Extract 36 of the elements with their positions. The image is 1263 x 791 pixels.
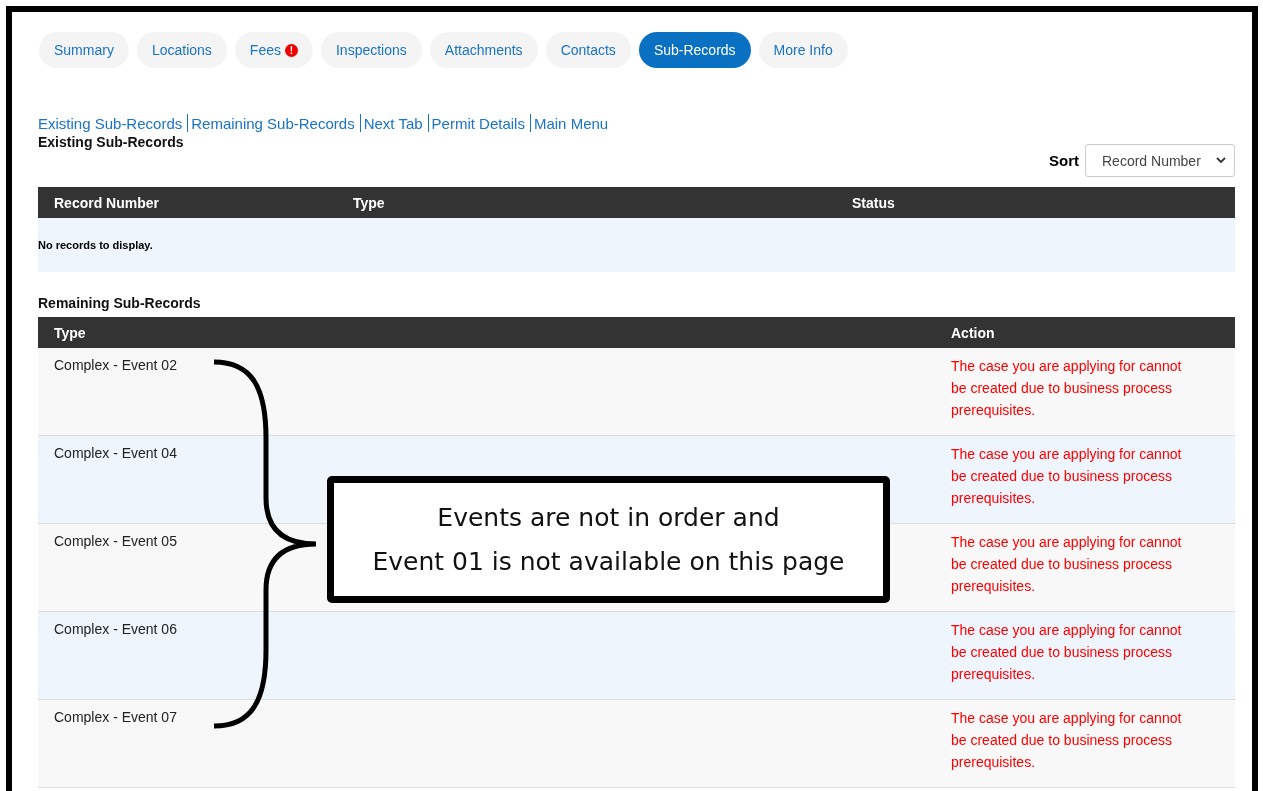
- tab[interactable]: Inspections: [320, 32, 422, 68]
- action-message: The case you are applying for cannot be created due to business process prerequisites.: [951, 357, 1183, 420]
- section-heading: Existing Sub-Records: [38, 134, 184, 150]
- action-message: The case you are applying for cannot be created due to business process prerequisites.: [951, 709, 1183, 772]
- action-message: The case you are applying for cannot be created due to business process prerequisites.: [951, 621, 1183, 684]
- tab[interactable]: Attachments: [429, 32, 538, 68]
- annotation-text: Events are not in order and Event 01 is not available on this page: [372, 501, 845, 578]
- column-header: Type: [54, 324, 87, 341]
- type-cell: Complex - Event 02: [54, 357, 177, 373]
- sort-label: Sort: [1049, 152, 1079, 169]
- type-cell: Complex - Event 06: [54, 621, 177, 637]
- type-cell: Complex - Event 07: [54, 709, 177, 725]
- type-cell: Complex - Event 04: [54, 445, 177, 461]
- section-link[interactable]: Main Menu: [533, 114, 609, 132]
- section-link[interactable]: Existing Sub-Records: [38, 114, 183, 132]
- column-header: Action: [951, 324, 996, 341]
- section-heading: Remaining Sub-Records: [38, 295, 202, 311]
- tab[interactable]: Locations: [136, 32, 227, 68]
- sort-dropdown[interactable]: Record Number: [1085, 144, 1235, 177]
- section-link[interactable]: Next Tab: [363, 114, 423, 132]
- column-header: Type: [353, 194, 386, 211]
- alert-icon: !: [284, 43, 298, 57]
- tab[interactable]: Summary: [39, 32, 129, 68]
- tab[interactable]: Fees !: [234, 32, 313, 68]
- tab[interactable]: Contacts: [545, 32, 631, 68]
- column-header: Record Number: [54, 194, 161, 211]
- tab[interactable]: More Info: [758, 32, 848, 68]
- tab[interactable]: Sub-Records: [638, 32, 751, 68]
- action-message: The case you are applying for cannot be created due to business process prerequisites.: [951, 533, 1183, 596]
- empty-message: No records to display.: [38, 239, 153, 251]
- chevron-icon: [1216, 157, 1226, 164]
- section-link[interactable]: Remaining Sub-Records: [191, 114, 355, 132]
- column-header: Status: [852, 194, 896, 211]
- action-message: The case you are applying for cannot be created due to business process prerequisites.: [951, 445, 1183, 508]
- type-cell: Complex - Event 05: [54, 533, 177, 549]
- section-link[interactable]: Permit Details: [431, 114, 525, 132]
